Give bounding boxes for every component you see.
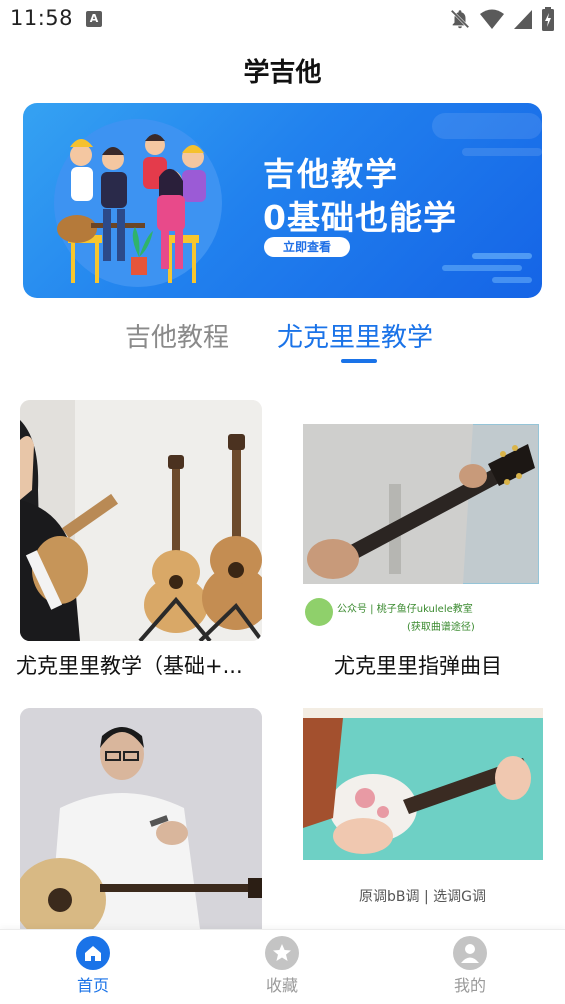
- wechat-icon: [305, 598, 333, 626]
- nav-favorites-label: 收藏: [265, 976, 298, 995]
- course-title: 尤克里里教学（基础+...: [16, 654, 243, 678]
- nav-profile-label: 我的: [453, 976, 486, 995]
- fingerstyle-photo: [303, 424, 539, 585]
- status-bar: 11:58 A: [0, 0, 565, 38]
- nav-home-label: 首页: [76, 976, 109, 995]
- band-illustration: [54, 119, 222, 287]
- bottom-navigation: 首页 收藏 我的: [0, 929, 565, 1004]
- course-thumbnail[interactable]: [20, 400, 262, 641]
- course-card[interactable]: 公众号 | 桃子鱼仔ukulele教室 (获取曲谱途径) 尤克里里指弹曲目: [303, 400, 543, 685]
- tab-active-indicator: [341, 359, 377, 363]
- signal-icon: [514, 10, 532, 29]
- view-now-button[interactable]: 立即查看: [264, 237, 350, 257]
- nav-home[interactable]: 首页: [53, 936, 133, 996]
- battery-charging-icon: [542, 7, 554, 31]
- wifi-icon: [480, 9, 504, 29]
- ukulele-player-photo: [303, 708, 543, 860]
- banner-subheadline: 0基础也能学: [263, 198, 457, 237]
- nav-favorites[interactable]: 收藏: [242, 936, 322, 996]
- tab-ukulele-teaching[interactable]: 尤克里里教学: [277, 317, 433, 354]
- status-time: 11:58: [10, 6, 74, 30]
- home-icon: [76, 936, 110, 970]
- promo-banner[interactable]: 吉他教学 0基础也能学 立即查看: [23, 103, 542, 298]
- ukulele-photo: [20, 400, 262, 641]
- profile-icon: [453, 936, 487, 970]
- course-thumbnail[interactable]: 原调bB调 | 选调G调: [303, 708, 543, 929]
- tab-guitar-tutorial[interactable]: 吉他教程: [125, 317, 229, 354]
- course-card[interactable]: 尤克里里教学（基础+...: [16, 400, 262, 685]
- course-card[interactable]: 原调bB调 | 选调G调: [303, 708, 543, 929]
- status-icons: [449, 7, 555, 31]
- overlay-caption-sub: (获取曲谱途径): [407, 622, 475, 633]
- course-thumbnail[interactable]: 公众号 | 桃子鱼仔ukulele教室 (获取曲谱途径): [303, 424, 539, 638]
- banner-headline: 吉他教学: [263, 155, 400, 193]
- course-thumbnail[interactable]: [20, 708, 262, 929]
- guitar-teacher-photo: [20, 708, 262, 929]
- overlay-caption: 公众号 | 桃子鱼仔ukulele教室: [337, 604, 473, 615]
- notifications-off-icon: [450, 9, 470, 29]
- star-icon: [265, 936, 299, 970]
- course-card[interactable]: [20, 708, 262, 929]
- nav-profile[interactable]: 我的: [430, 936, 510, 996]
- course-title: 尤克里里指弹曲目: [334, 654, 502, 678]
- accessibility-badge-icon: A: [86, 11, 102, 27]
- key-caption: 原调bB调 | 选调G调: [359, 889, 486, 905]
- page-title: 学吉他: [243, 58, 322, 88]
- category-tabs: 吉他教程 尤克里里教学: [0, 313, 565, 373]
